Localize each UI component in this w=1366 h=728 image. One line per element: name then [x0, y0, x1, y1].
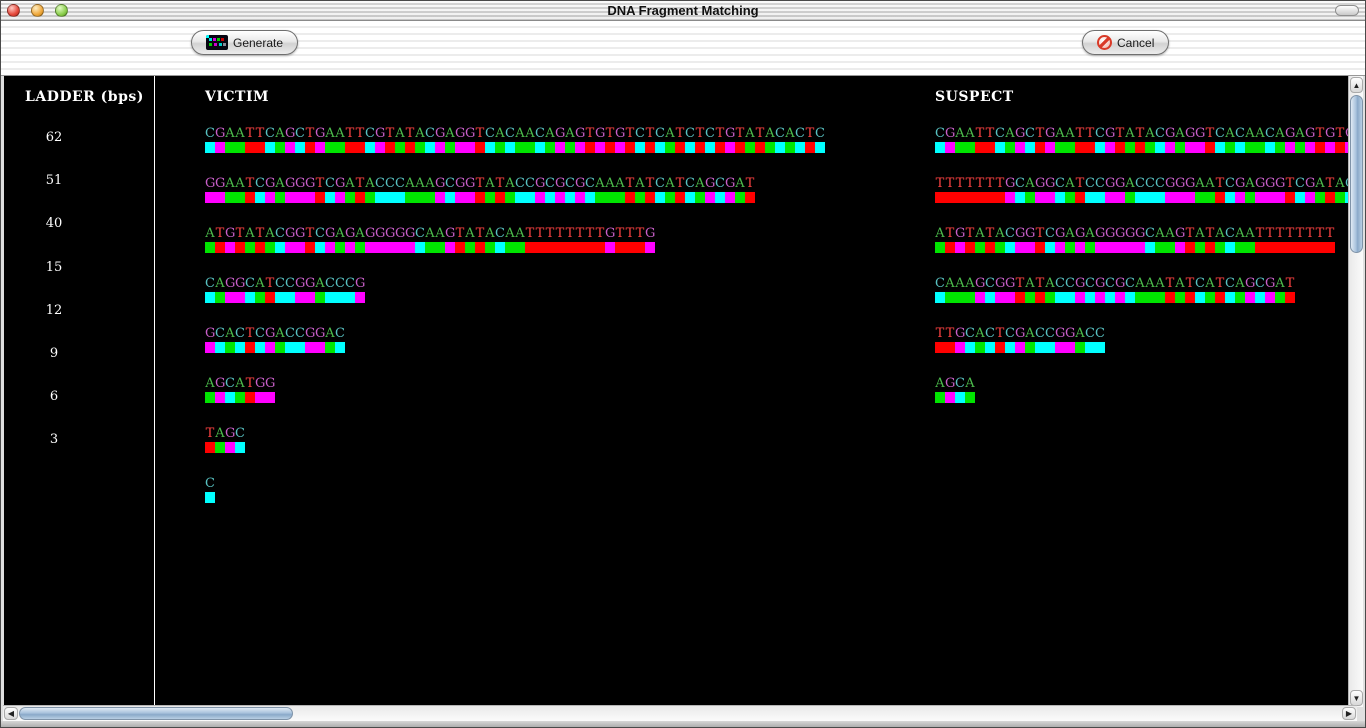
scroll-right-icon[interactable]: ▶ [1342, 707, 1356, 720]
fragment-sequence: CAAAGCGGTATACCGCGCGCAAATATCATCAGCGAT [935, 272, 1295, 287]
fragment-band [205, 342, 345, 353]
fragment-sequence: GCACTCGACCGGAC [205, 322, 345, 337]
fragment-band [205, 292, 365, 303]
scroll-left-icon[interactable]: ◀ [4, 707, 18, 720]
cancel-button-label: Cancel [1117, 36, 1154, 50]
horizontal-scrollbar[interactable]: ◀ ▶ [3, 705, 1357, 721]
ladder-value: 6 [32, 389, 76, 404]
fragment-sequence: TAGC [205, 422, 245, 437]
vertical-scrollbar[interactable]: ▲ ▼ [1348, 76, 1363, 707]
fragment-sequence: CGAATTCAGCTGAATTCGTATACGAGGTCACAACAGAGTG… [205, 122, 825, 137]
ladder-value: 9 [32, 346, 76, 361]
prohibition-icon [1097, 35, 1112, 50]
fragment-band [205, 492, 215, 503]
fragment-band [935, 292, 1295, 303]
fragment-sequence: TTTTTTTGCAGGCATCCGGACCCGGGAATCGAGGGTCGAT… [935, 172, 1351, 187]
ladder-value: 51 [32, 173, 76, 188]
fragment-band [205, 442, 245, 453]
cancel-button[interactable]: Cancel [1082, 30, 1169, 55]
fragment-sequence: GGAATCGAGGGTCGATACCCAAAGCGGTATACCGCGCGCA… [205, 172, 755, 187]
ladder-value: 40 [32, 216, 76, 231]
victim-header: VICTIM [205, 89, 269, 105]
ladder-header: LADDER (bps) [25, 89, 144, 105]
window-title: DNA Fragment Matching [1, 3, 1365, 18]
ladder-value: 12 [32, 303, 76, 318]
scroll-down-icon[interactable]: ▼ [1350, 690, 1363, 706]
scroll-up-icon[interactable]: ▲ [1350, 77, 1363, 93]
fragment-sequence: C [205, 472, 215, 487]
fragment-band [935, 192, 1351, 203]
fragment-band [205, 142, 825, 153]
fragment-band [935, 342, 1105, 353]
fragment-band [935, 142, 1351, 153]
vertical-scroll-thumb[interactable] [1350, 95, 1363, 253]
generate-button[interactable]: Generate [191, 30, 298, 55]
title-bar: DNA Fragment Matching [1, 1, 1365, 21]
fragment-sequence: TTGCACTCGACCGGACC [935, 322, 1105, 337]
fragment-sequence: CAGGCATCCGGACCCG [205, 272, 365, 287]
fragment-sequence: CGAATTCAGCTGAATTCGTATACGAGGTCACAACAGAGTG… [935, 122, 1351, 137]
fragment-sequence: ATGTATACGGTCGAGAGGGGGCAAGTATACAATTTTTTTT… [205, 222, 655, 237]
ladder-value: 15 [32, 260, 76, 275]
ladder-value: 3 [32, 432, 76, 447]
toolbar: Generate Cancel [1, 21, 1365, 76]
fragment-sequence: AGCA [935, 372, 975, 387]
gel-canvas: LADDER (bps) 62 51 40 15 12 9 6 3 VICTIM CGAATT… [4, 76, 1351, 707]
fragment-band [935, 392, 975, 403]
horizontal-scroll-thumb[interactable] [19, 707, 293, 720]
app-window: DNA Fragment Matching Generate Cancel LA… [0, 0, 1366, 728]
suspect-header: SUSPECT [935, 89, 1014, 105]
fragment-band [205, 242, 655, 253]
collapse-widget-icon[interactable] [1335, 5, 1359, 16]
fragment-sequence: ATGTATACGGTCGAGAGGGGGCAAGTATACAATTTTTTTT [935, 222, 1335, 237]
generate-gel-icon [206, 35, 228, 50]
ladder-value: 62 [32, 130, 76, 145]
fragment-band [205, 392, 275, 403]
window-bottom-edge [1, 721, 1365, 727]
fragment-band [205, 192, 755, 203]
fragment-sequence: AGCATGG [205, 372, 275, 387]
fragment-band [935, 242, 1335, 253]
column-separator [154, 76, 155, 707]
generate-button-label: Generate [233, 36, 283, 50]
